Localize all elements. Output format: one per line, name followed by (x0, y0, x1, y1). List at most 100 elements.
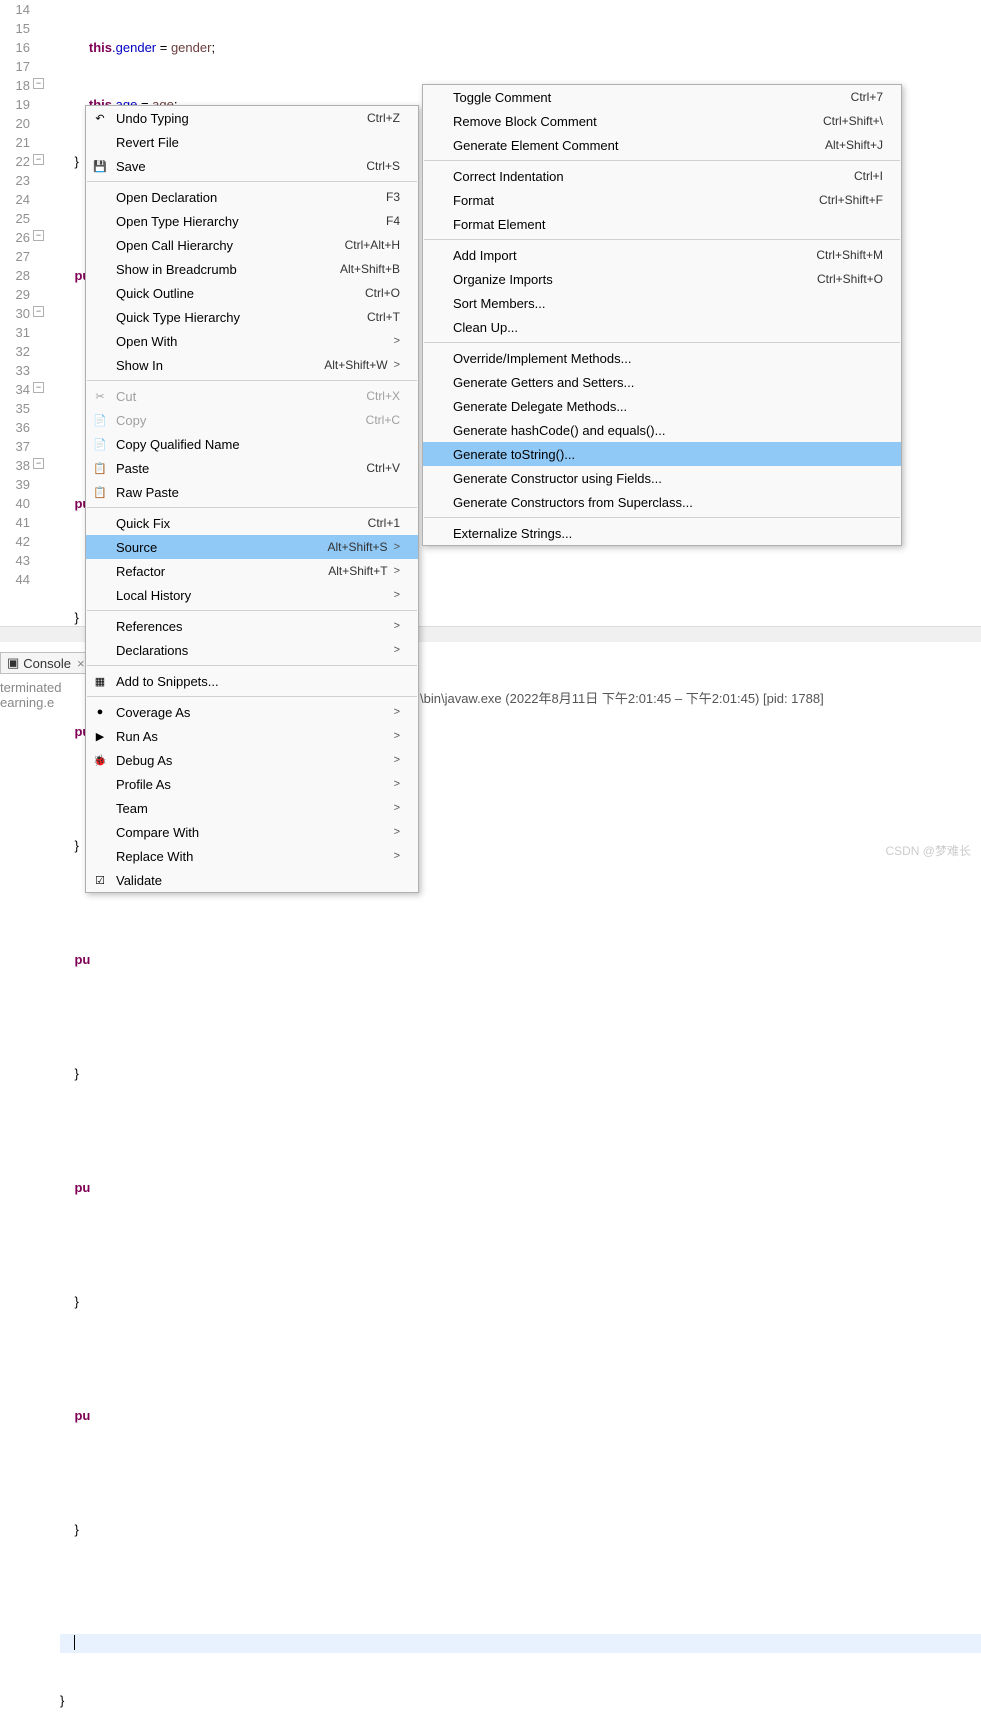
menu-item-open-type-hierarchy[interactable]: Open Type HierarchyF4 (86, 209, 418, 233)
chevron-right-icon: > (394, 335, 400, 347)
fold-icon[interactable]: − (33, 78, 44, 89)
chevron-right-icon: > (394, 778, 400, 790)
menu-item-open-with[interactable]: Open With > (86, 329, 418, 353)
menu-item-raw-paste[interactable]: 📋Raw Paste (86, 480, 418, 504)
menu-item-team[interactable]: Team> (86, 796, 418, 820)
cut-icon: ✂ (92, 388, 108, 404)
menu-item-compare-with[interactable]: Compare With> (86, 820, 418, 844)
menu-item-label: Coverage As (116, 705, 388, 720)
menu-item-generate-constructors-from-superclass[interactable]: Generate Constructors from Superclass... (423, 490, 901, 514)
menu-item-label: Generate Delegate Methods... (453, 399, 883, 414)
menu-item-override-implement-methods[interactable]: Override/Implement Methods... (423, 346, 901, 370)
menu-item-local-history[interactable]: Local History> (86, 583, 418, 607)
menu-shortcut: Ctrl+Shift+F (819, 193, 883, 207)
undo-icon: ↶ (92, 110, 108, 126)
menu-item-revert-file[interactable]: Revert File (86, 130, 418, 154)
menu-item-format[interactable]: FormatCtrl+Shift+F (423, 188, 901, 212)
menu-item-generate-hashcode-and-equals[interactable]: Generate hashCode() and equals()... (423, 418, 901, 442)
menu-shortcut: Ctrl+T (367, 310, 400, 324)
menu-item-label: Clean Up... (453, 320, 883, 335)
fold-icon[interactable]: − (33, 458, 44, 469)
menu-item-generate-constructor-using-fields[interactable]: Generate Constructor using Fields... (423, 466, 901, 490)
menu-item-validate[interactable]: ☑Validate (86, 868, 418, 892)
menu-item-toggle-comment[interactable]: Toggle CommentCtrl+7 (423, 85, 901, 109)
menu-shortcut: Ctrl+I (854, 169, 883, 183)
menu-item-add-import[interactable]: Add ImportCtrl+Shift+M (423, 243, 901, 267)
menu-item-generate-element-comment[interactable]: Generate Element CommentAlt+Shift+J (423, 133, 901, 157)
menu-item-label: Generate Constructor using Fields... (453, 471, 883, 486)
menu-item-label: Team (116, 801, 388, 816)
menu-item-generate-getters-and-setters[interactable]: Generate Getters and Setters... (423, 370, 901, 394)
menu-item-show-in[interactable]: Show InAlt+Shift+W> (86, 353, 418, 377)
menu-separator (87, 181, 417, 182)
menu-item-run-as[interactable]: ▶Run As> (86, 724, 418, 748)
console-body: terminated earning.e (0, 680, 61, 710)
line-number: 26− (0, 228, 30, 247)
menu-item-label: Revert File (116, 135, 400, 150)
fold-icon[interactable]: − (33, 306, 44, 317)
chevron-right-icon: > (394, 754, 400, 766)
menu-item-open-declaration[interactable]: Open DeclarationF3 (86, 185, 418, 209)
menu-item-refactor[interactable]: RefactorAlt+Shift+T> (86, 559, 418, 583)
source-submenu[interactable]: Toggle CommentCtrl+7Remove Block Comment… (422, 84, 902, 546)
chevron-right-icon: > (394, 730, 400, 742)
line-number: 32 (0, 342, 30, 361)
menu-item-quick-fix[interactable]: Quick FixCtrl+1 (86, 511, 418, 535)
line-number: 28 (0, 266, 30, 285)
menu-item-clean-up[interactable]: Clean Up... (423, 315, 901, 339)
menu-item-label: Source (116, 540, 328, 555)
fold-icon[interactable]: − (33, 154, 44, 165)
context-menu[interactable]: ↶Undo TypingCtrl+Z Revert File 💾SaveCtrl+S… (85, 105, 419, 893)
line-gutter: 1415161718−19202122−23242526−27282930−31… (0, 0, 32, 640)
menu-item-undo-typing[interactable]: ↶Undo TypingCtrl+Z (86, 106, 418, 130)
fold-icon[interactable]: − (33, 230, 44, 241)
menu-shortcut: Alt+Shift+J (825, 138, 883, 152)
menu-item-show-in-breadcrumb[interactable]: Show in BreadcrumbAlt+Shift+B (86, 257, 418, 281)
menu-item-generate-delegate-methods[interactable]: Generate Delegate Methods... (423, 394, 901, 418)
menu-item-label: Add Import (453, 248, 816, 263)
menu-item-save[interactable]: 💾SaveCtrl+S (86, 154, 418, 178)
menu-item-label: Raw Paste (116, 485, 400, 500)
menu-item-generate-tostring[interactable]: Generate toString()... (423, 442, 901, 466)
menu-item-coverage-as[interactable]: ●Coverage As> (86, 700, 418, 724)
menu-item-sort-members[interactable]: Sort Members... (423, 291, 901, 315)
menu-item-paste[interactable]: 📋PasteCtrl+V (86, 456, 418, 480)
menu-item-quick-outline[interactable]: Quick OutlineCtrl+O (86, 281, 418, 305)
menu-item-correct-indentation[interactable]: Correct IndentationCtrl+I (423, 164, 901, 188)
menu-item-quick-type-hierarchy[interactable]: Quick Type HierarchyCtrl+T (86, 305, 418, 329)
menu-separator (424, 342, 900, 343)
menu-item-debug-as[interactable]: 🐞Debug As> (86, 748, 418, 772)
menu-item-source[interactable]: SourceAlt+Shift+S> (86, 535, 418, 559)
line-number: 37 (0, 437, 30, 456)
chevron-right-icon: > (394, 541, 400, 553)
fold-icon[interactable]: − (33, 382, 44, 393)
menu-item-label: Add to Snippets... (116, 674, 400, 689)
menu-item-profile-as[interactable]: Profile As> (86, 772, 418, 796)
menu-item-replace-with[interactable]: Replace With> (86, 844, 418, 868)
menu-item-externalize-strings[interactable]: Externalize Strings... (423, 521, 901, 545)
menu-item-organize-imports[interactable]: Organize ImportsCtrl+Shift+O (423, 267, 901, 291)
menu-item-label: Quick Outline (116, 286, 365, 301)
line-number: 41 (0, 513, 30, 532)
menu-item-open-call-hierarchy[interactable]: Open Call HierarchyCtrl+Alt+H (86, 233, 418, 257)
menu-item-remove-block-comment[interactable]: Remove Block CommentCtrl+Shift+\ (423, 109, 901, 133)
menu-separator (424, 239, 900, 240)
menu-item-add-to-snippets[interactable]: ▦Add to Snippets... (86, 669, 418, 693)
validate-icon: ☑ (92, 872, 108, 888)
menu-item-cut: ✂CutCtrl+X (86, 384, 418, 408)
line-number: 44 (0, 570, 30, 589)
line-number: 43 (0, 551, 30, 570)
menu-item-declarations[interactable]: Declarations> (86, 638, 418, 662)
line-number: 16 (0, 38, 30, 57)
menu-item-label: Generate Getters and Setters... (453, 375, 883, 390)
menu-item-label: Save (116, 159, 366, 174)
menu-item-label: Open Call Hierarchy (116, 238, 345, 253)
menu-item-copy-qualified-name[interactable]: 📄Copy Qualified Name (86, 432, 418, 456)
menu-item-references[interactable]: References> (86, 614, 418, 638)
menu-item-format-element[interactable]: Format Element (423, 212, 901, 236)
menu-item-label: Generate Element Comment (453, 138, 825, 153)
close-icon[interactable]: × (77, 656, 85, 671)
line-number: 35 (0, 399, 30, 418)
menu-item-label: Open With (116, 334, 388, 349)
console-tab[interactable]: ▣ Console × (0, 652, 92, 674)
